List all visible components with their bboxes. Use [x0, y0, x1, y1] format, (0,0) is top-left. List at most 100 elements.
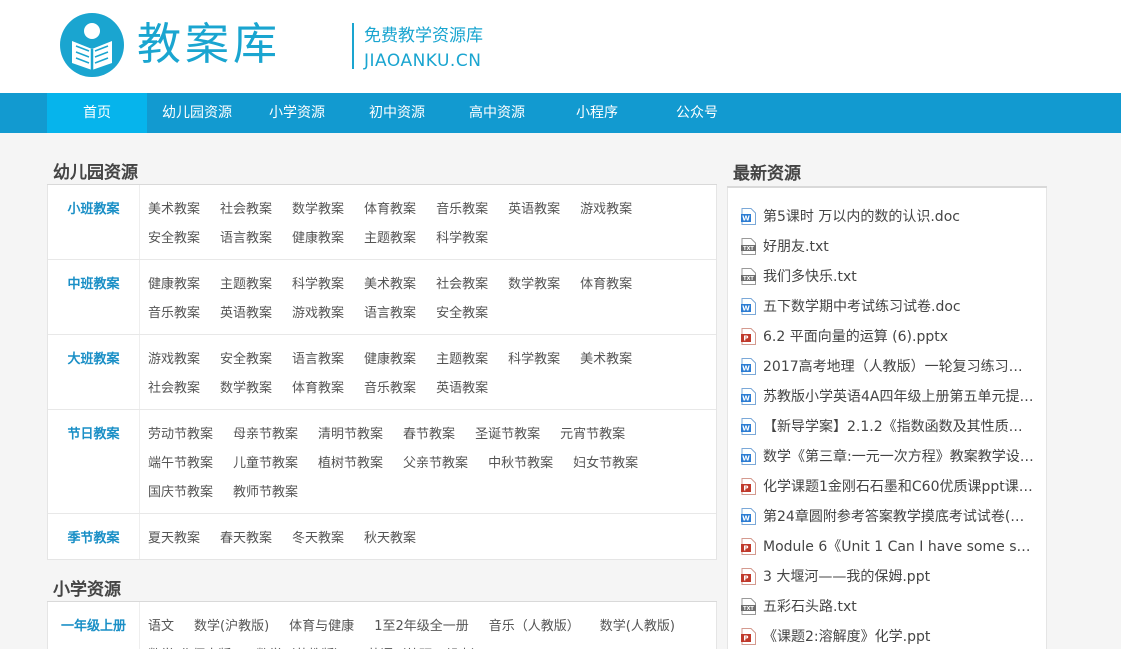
category-link[interactable]: 社会教案: [220, 195, 272, 224]
category-link[interactable]: 科学教案: [508, 345, 560, 374]
category-link[interactable]: 主题教案: [364, 224, 416, 253]
resource-title[interactable]: 2017高考地理（人教版）一轮复习练习：…: [763, 356, 1035, 376]
category-link[interactable]: 体育教案: [292, 374, 344, 403]
resource-item[interactable]: W 【新导学案】2.1.2《指数函数及其性质（…: [728, 411, 1046, 441]
resource-item[interactable]: TXT 好朋友.txt: [728, 231, 1046, 261]
category-name[interactable]: 中班教案: [48, 260, 140, 334]
resource-title[interactable]: 第24章圆附参考答案教学摸底考试试卷(数…: [763, 506, 1035, 526]
resource-item[interactable]: W 2017高考地理（人教版）一轮复习练习：…: [728, 351, 1046, 381]
category-name[interactable]: 季节教案: [48, 514, 140, 559]
resource-title[interactable]: 苏教版小学英语4A四年级上册第五单元提…: [763, 386, 1035, 406]
resource-item[interactable]: P 化学课题1金刚石石墨和C60优质课ppt课…: [728, 471, 1046, 501]
resource-item[interactable]: W 五下数学期中考试练习试卷.doc: [728, 291, 1046, 321]
category-link[interactable]: 数学(人教版): [600, 612, 675, 641]
category-link[interactable]: 数学(沪教版): [194, 612, 269, 641]
category-link[interactable]: 教师节教案: [233, 478, 298, 507]
category-link[interactable]: 数学教案: [220, 374, 272, 403]
resource-title[interactable]: 好朋友.txt: [763, 236, 1035, 256]
resource-title[interactable]: 《课题2:溶解度》化学.ppt: [763, 626, 1035, 646]
category-link[interactable]: 健康教案: [292, 224, 344, 253]
resource-item[interactable]: P Module 6《Unit 1 Can I have some sw…: [728, 531, 1046, 561]
category-link[interactable]: 美术教案: [580, 345, 632, 374]
category-name[interactable]: 节日教案: [48, 410, 140, 513]
category-link[interactable]: 游戏教案: [148, 345, 200, 374]
category-link[interactable]: 数学教案: [508, 270, 560, 299]
category-link[interactable]: 妇女节教案: [573, 449, 638, 478]
resource-item[interactable]: TXT 五彩石头路.txt: [728, 591, 1046, 621]
nav-item-2[interactable]: 小学资源: [247, 93, 347, 133]
category-link[interactable]: 游戏教案: [580, 195, 632, 224]
site-logo[interactable]: 教案库 免费教学资源库 JIAOANKU.CN: [60, 13, 483, 79]
resource-item[interactable]: TXT 我们多快乐.txt: [728, 261, 1046, 291]
category-link[interactable]: 劳动节教案: [148, 420, 213, 449]
resource-title[interactable]: 我们多快乐.txt: [763, 266, 1035, 286]
category-link[interactable]: 儿童节教案: [233, 449, 298, 478]
category-link[interactable]: 父亲节教案: [403, 449, 468, 478]
nav-item-3[interactable]: 初中资源: [347, 93, 447, 133]
resource-title[interactable]: 五彩石头路.txt: [763, 596, 1035, 616]
category-link[interactable]: 音乐教案: [148, 299, 200, 328]
category-link[interactable]: 夏天教案: [148, 524, 200, 553]
category-link[interactable]: 健康教案: [364, 345, 416, 374]
resource-title[interactable]: 数学《第三章:一元一次方程》教案教学设…: [763, 446, 1035, 466]
category-link[interactable]: 英语教案: [220, 299, 272, 328]
category-link[interactable]: 语言教案: [292, 345, 344, 374]
nav-item-5[interactable]: 小程序: [547, 93, 647, 133]
category-link[interactable]: 体育教案: [364, 195, 416, 224]
category-link[interactable]: 美术教案: [148, 195, 200, 224]
category-link[interactable]: 春节教案: [403, 420, 455, 449]
category-link[interactable]: 1至2年级全一册: [374, 612, 469, 641]
resource-item[interactable]: W 数学《第三章:一元一次方程》教案教学设…: [728, 441, 1046, 471]
category-link[interactable]: 社会教案: [148, 374, 200, 403]
category-link[interactable]: 社会教案: [436, 270, 488, 299]
category-link[interactable]: 音乐（人教版）: [489, 612, 580, 641]
resource-item[interactable]: W 第24章圆附参考答案教学摸底考试试卷(数…: [728, 501, 1046, 531]
category-link[interactable]: 科学教案: [436, 224, 488, 253]
category-link[interactable]: 英语教案: [508, 195, 560, 224]
category-link[interactable]: 主题教案: [220, 270, 272, 299]
nav-item-1[interactable]: 幼儿园资源: [147, 93, 247, 133]
category-link[interactable]: 美术教案: [364, 270, 416, 299]
category-link[interactable]: 元宵节教案: [560, 420, 625, 449]
category-link[interactable]: 主题教案: [436, 345, 488, 374]
category-link[interactable]: 数学教案: [292, 195, 344, 224]
resource-title[interactable]: 3 大堰河——我的保姆.ppt: [763, 566, 1035, 586]
resource-item[interactable]: P 《课题2:溶解度》化学.ppt: [728, 621, 1046, 649]
resource-item[interactable]: W 苏教版小学英语4A四年级上册第五单元提…: [728, 381, 1046, 411]
category-link[interactable]: 数学（苏教版）: [256, 641, 347, 649]
category-name[interactable]: 一年级上册: [48, 602, 140, 649]
resource-title[interactable]: 第5课时 万以内的数的认识.doc: [763, 206, 1035, 226]
resource-title[interactable]: Module 6《Unit 1 Can I have some sw…: [763, 536, 1035, 556]
category-link[interactable]: 冬天教案: [292, 524, 344, 553]
category-link[interactable]: 清明节教案: [318, 420, 383, 449]
category-link[interactable]: 语言教案: [220, 224, 272, 253]
category-link[interactable]: 健康教案: [148, 270, 200, 299]
resource-title[interactable]: 五下数学期中考试练习试卷.doc: [763, 296, 1035, 316]
category-link[interactable]: 圣诞节教案: [475, 420, 540, 449]
category-link[interactable]: 母亲节教案: [233, 420, 298, 449]
category-link[interactable]: 语文: [148, 612, 174, 641]
category-link[interactable]: 中秋节教案: [488, 449, 553, 478]
category-link[interactable]: 数学(北师大版): [148, 641, 236, 649]
category-link[interactable]: 安全教案: [220, 345, 272, 374]
category-link[interactable]: 音乐教案: [364, 374, 416, 403]
category-link[interactable]: 植树节教案: [318, 449, 383, 478]
resource-item[interactable]: W 第5课时 万以内的数的认识.doc: [728, 201, 1046, 231]
category-name[interactable]: 小班教案: [48, 185, 140, 259]
nav-item-4[interactable]: 高中资源: [447, 93, 547, 133]
category-link[interactable]: 英语教案: [436, 374, 488, 403]
category-link[interactable]: 体育与健康: [289, 612, 354, 641]
category-link[interactable]: 安全教案: [148, 224, 200, 253]
category-link[interactable]: 英语（外研一起点）: [367, 641, 484, 649]
category-link[interactable]: 春天教案: [220, 524, 272, 553]
category-name[interactable]: 大班教案: [48, 335, 140, 409]
nav-item-0[interactable]: 首页: [47, 93, 147, 133]
nav-item-6[interactable]: 公众号: [647, 93, 747, 133]
category-link[interactable]: 游戏教案: [292, 299, 344, 328]
resource-title[interactable]: 6.2 平面向量的运算 (6).pptx: [763, 326, 1035, 346]
resource-item[interactable]: P 3 大堰河——我的保姆.ppt: [728, 561, 1046, 591]
resource-title[interactable]: 化学课题1金刚石石墨和C60优质课ppt课…: [763, 476, 1035, 496]
category-link[interactable]: 秋天教案: [364, 524, 416, 553]
resource-item[interactable]: P 6.2 平面向量的运算 (6).pptx: [728, 321, 1046, 351]
category-link[interactable]: 安全教案: [436, 299, 488, 328]
